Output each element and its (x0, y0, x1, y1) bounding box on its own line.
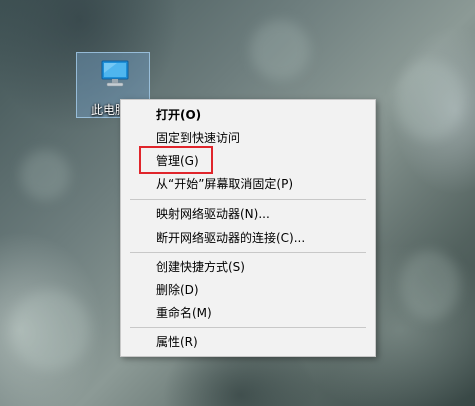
background-bokeh (400, 250, 460, 320)
menu-separator (130, 252, 366, 253)
background-bokeh (395, 60, 465, 140)
background-bokeh (20, 150, 70, 200)
background-bokeh (10, 290, 90, 370)
menu-item-rename[interactable]: 重命名(M) (156, 305, 212, 321)
context-menu: 打开(O) 固定到快速访问 管理(G) 从“开始”屏幕取消固定(P) 映射网络驱… (120, 99, 376, 357)
background-bokeh (250, 20, 310, 80)
highlight-box (139, 146, 213, 174)
menu-separator (130, 199, 366, 200)
menu-item-delete[interactable]: 删除(D) (156, 282, 199, 298)
desktop-background: 此电脑 打开(O) 固定到快速访问 管理(G) 从“开始”屏幕取消固定(P) 映… (0, 0, 475, 406)
menu-item-properties[interactable]: 属性(R) (156, 334, 198, 350)
menu-separator (130, 327, 366, 328)
computer-icon (101, 60, 129, 87)
menu-item-unpin-start[interactable]: 从“开始”屏幕取消固定(P) (156, 176, 293, 192)
menu-item-create-shortcut[interactable]: 创建快捷方式(S) (156, 259, 245, 275)
menu-item-map-network-drive[interactable]: 映射网络驱动器(N)... (156, 206, 270, 222)
menu-item-pin-quick-access[interactable]: 固定到快速访问 (156, 130, 240, 146)
menu-item-disconnect-network-drive[interactable]: 断开网络驱动器的连接(C)... (156, 230, 305, 246)
menu-item-open[interactable]: 打开(O) (156, 107, 201, 123)
